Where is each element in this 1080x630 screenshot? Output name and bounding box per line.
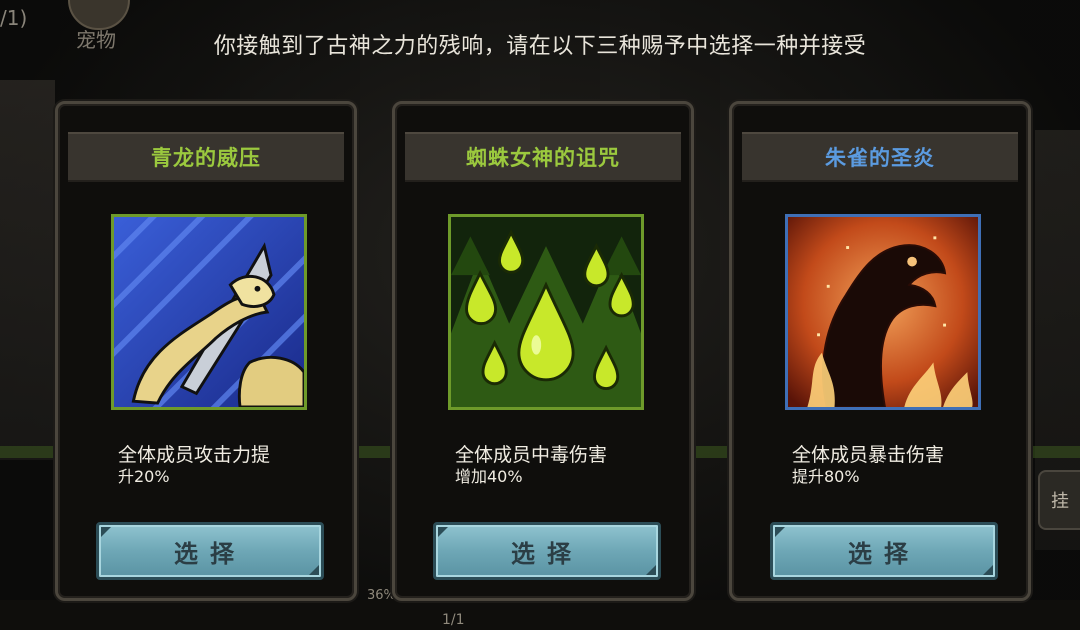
top-left-counter: /1) — [0, 6, 28, 30]
instruction-text: 你接触到了古神之力的残响，请在以下三种赐予中选择一种并接受 — [213, 34, 867, 59]
card-title: 青龙的威压 — [68, 132, 344, 182]
blessing-card-3: 朱雀的圣炎 全体成员暴击伤害 提升80% 选择 — [729, 101, 1031, 601]
card-title: 蜘蛛女神的诅咒 — [405, 132, 681, 182]
bottom-bar — [0, 600, 1080, 630]
select-button[interactable]: 选择 — [770, 522, 998, 580]
card-description-line1: 全体成员攻击力提 — [118, 444, 271, 466]
blessing-card-1: 青龙的威压 全体成员攻击力提 升20% 选择 — [55, 101, 357, 601]
background-character-left — [0, 80, 55, 460]
card-description-line2: 升20% — [118, 467, 170, 486]
blessing-card-2: 蜘蛛女神的诅咒 全体成员中毒伤害 增加40% 选择 — [392, 101, 694, 601]
card-description-line2: 提升80% — [792, 467, 860, 486]
card-description-line2: 增加40% — [455, 467, 523, 486]
card-description: 全体成员中毒伤害 增加40% — [455, 444, 655, 488]
select-button-label: 选择 — [174, 539, 246, 568]
fraction-readout: 1/1 — [442, 612, 465, 628]
card-description: 全体成员暴击伤害 提升80% — [792, 444, 992, 488]
select-button[interactable]: 选择 — [433, 522, 661, 580]
card-description: 全体成员攻击力提 升20% — [118, 444, 318, 488]
right-side-tab[interactable]: 挂 — [1038, 470, 1080, 530]
vermilion-bird-icon — [785, 214, 981, 410]
poison-drops-icon — [448, 214, 644, 410]
card-description-line1: 全体成员暴击伤害 — [792, 444, 945, 466]
azure-dragon-icon — [111, 214, 307, 410]
select-button[interactable]: 选择 — [96, 522, 324, 580]
card-title: 朱雀的圣炎 — [742, 132, 1018, 182]
select-button-label: 选择 — [848, 539, 920, 568]
select-button-label: 选择 — [511, 539, 583, 568]
card-description-line1: 全体成员中毒伤害 — [455, 444, 608, 466]
